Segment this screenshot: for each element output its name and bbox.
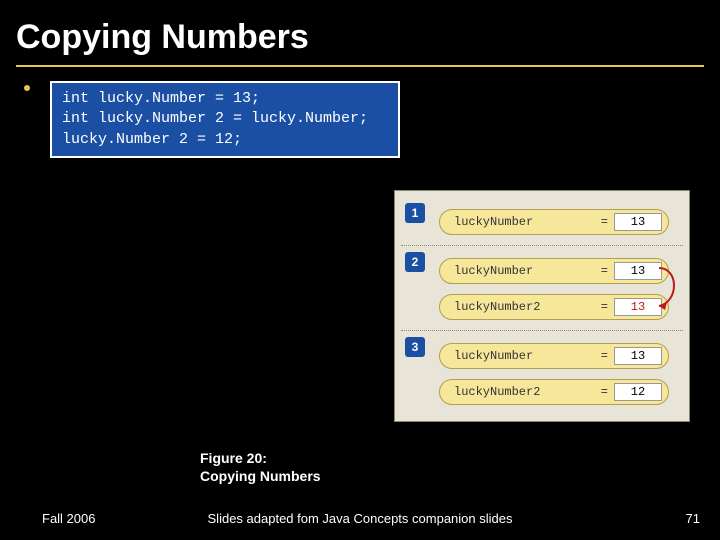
footer-page-number: 71 (686, 511, 700, 526)
var-value: 13 (614, 298, 662, 316)
var-pill: luckyNumber = 13 (439, 209, 669, 235)
diagram-step-3: 3 luckyNumber = 13 luckyNumber2 = 12 (401, 331, 683, 415)
diagram-step-1: 1 luckyNumber = 13 (401, 197, 683, 246)
caption-line-2: Copying Numbers (200, 468, 321, 486)
footer-mid: Slides adapted fom Java Concepts compani… (208, 511, 513, 526)
equals-sign: = (601, 385, 608, 399)
equals-sign: = (601, 215, 608, 229)
code-line-2: int lucky.Number 2 = lucky.Number; (62, 110, 368, 127)
var-label: luckyNumber2 (454, 300, 595, 314)
title-divider (16, 65, 704, 67)
var-label: luckyNumber (454, 264, 595, 278)
equals-sign: = (601, 300, 608, 314)
var-label: luckyNumber (454, 349, 595, 363)
var-pill: luckyNumber2 = 12 (439, 379, 669, 405)
step-badge-2: 2 (405, 252, 425, 272)
slide-title: Copying Numbers (0, 0, 720, 65)
bullet-icon (24, 85, 30, 91)
var-label: luckyNumber2 (454, 385, 595, 399)
var-value: 12 (614, 383, 662, 401)
var-value: 13 (614, 213, 662, 231)
code-block: int lucky.Number = 13; int lucky.Number … (50, 81, 400, 158)
var-pill: luckyNumber = 13 (439, 343, 669, 369)
slide-content: int lucky.Number = 13; int lucky.Number … (0, 81, 720, 158)
var-value: 13 (614, 262, 662, 280)
equals-sign: = (601, 264, 608, 278)
code-line-1: int lucky.Number = 13; (62, 90, 260, 107)
slide-footer: Fall 2006 Slides adapted fom Java Concep… (0, 511, 720, 526)
figure-diagram: 1 luckyNumber = 13 2 luckyNumber = 13 lu… (394, 190, 690, 422)
footer-left: Fall 2006 (42, 511, 95, 526)
var-label: luckyNumber (454, 215, 595, 229)
step-badge-3: 3 (405, 337, 425, 357)
var-value: 13 (614, 347, 662, 365)
step-badge-1: 1 (405, 203, 425, 223)
caption-line-1: Figure 20: (200, 450, 321, 468)
code-line-3: lucky.Number 2 = 12; (62, 131, 242, 148)
equals-sign: = (601, 349, 608, 363)
figure-caption: Figure 20: Copying Numbers (200, 450, 321, 485)
diagram-step-2: 2 luckyNumber = 13 luckyNumber2 = 13 (401, 246, 683, 331)
var-pill: luckyNumber2 = 13 (439, 294, 669, 320)
var-pill: luckyNumber = 13 (439, 258, 669, 284)
